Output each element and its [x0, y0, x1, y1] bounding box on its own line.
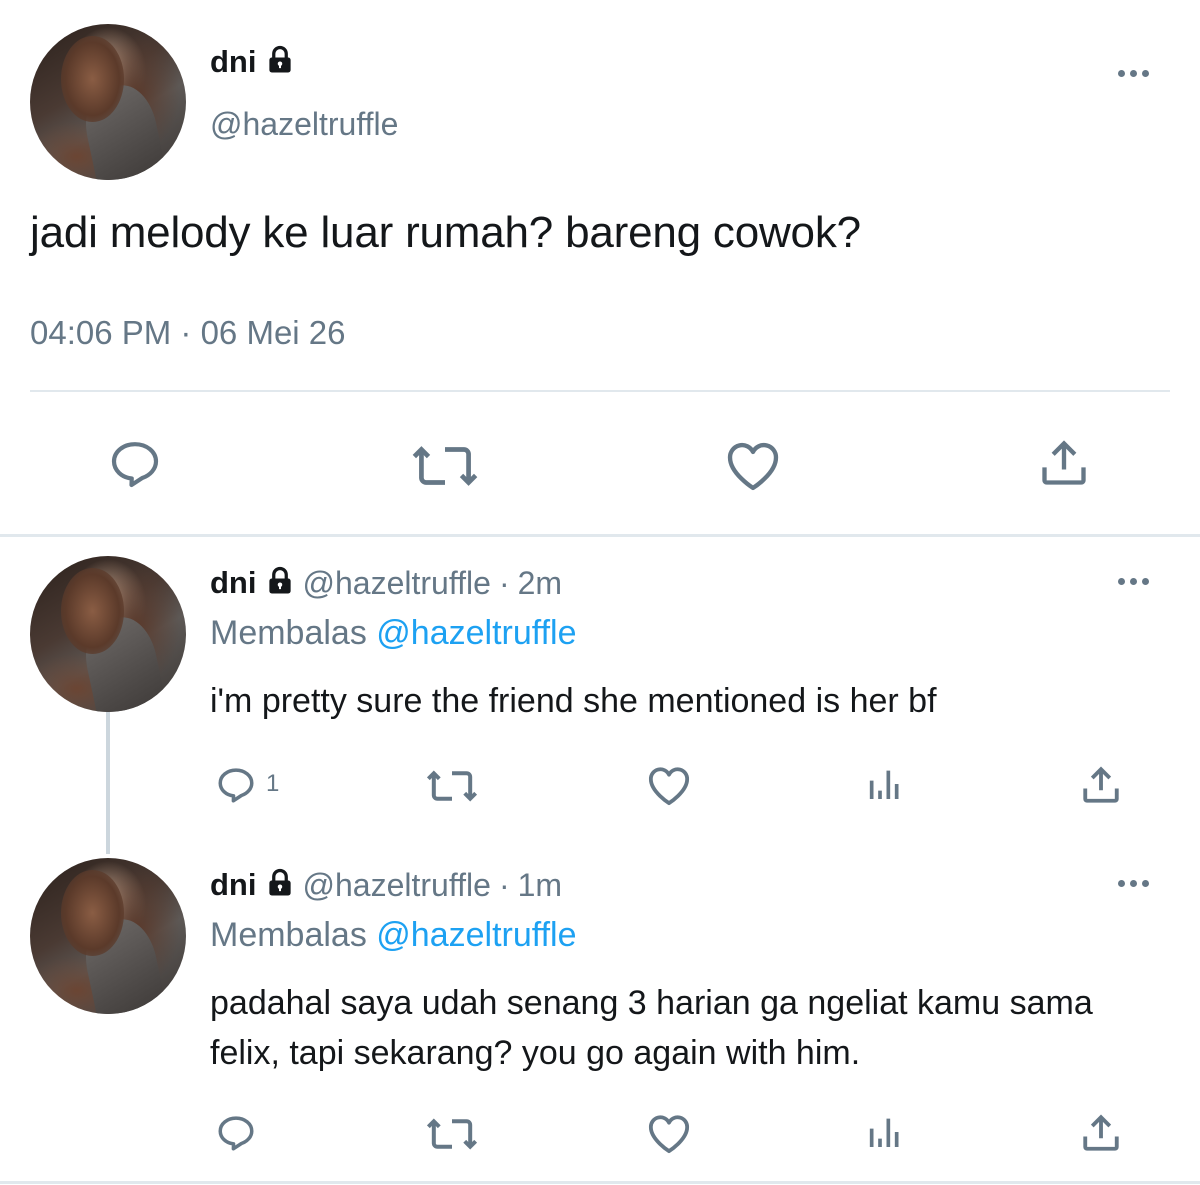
time-separator: · [498, 564, 510, 601]
avatar[interactable] [30, 556, 186, 712]
display-name[interactable]: dni [210, 565, 257, 601]
reply-count: 1 [266, 770, 280, 797]
more-options-icon[interactable] [1118, 578, 1149, 585]
reply-header: dni @hazeltruffle · 2m [210, 560, 562, 606]
lock-icon [265, 868, 295, 903]
timestamp[interactable]: 04:06 PM · 06 Mei 26 [30, 314, 346, 352]
section-divider [0, 534, 1200, 537]
share-icon[interactable] [1080, 1112, 1122, 1154]
replying-prefix: Membalas [210, 916, 367, 954]
share-icon[interactable] [1080, 764, 1122, 806]
reply-header: dni @hazeltruffle · 1m [210, 862, 562, 908]
more-options-icon[interactable] [1118, 70, 1149, 77]
avatar[interactable] [30, 24, 186, 180]
replying-prefix: Membalas [210, 614, 367, 652]
display-name[interactable]: dni [210, 44, 257, 80]
display-name[interactable]: dni [210, 867, 257, 903]
retweet-icon[interactable] [426, 1114, 478, 1154]
handle[interactable]: @hazeltruffle [303, 565, 491, 602]
time[interactable]: 2m [518, 565, 562, 602]
time-separator: · [498, 866, 510, 903]
share-icon[interactable] [1038, 436, 1090, 490]
like-icon[interactable] [646, 1112, 692, 1154]
thread-line [106, 712, 110, 854]
handle[interactable]: @hazeltruffle [303, 867, 491, 904]
time[interactable]: 1m [518, 867, 562, 904]
tweet-text: jadi melody ke luar rumah? bareng cowok? [30, 208, 861, 257]
replying-to: Membalas @hazeltruffle [210, 916, 577, 955]
replying-to: Membalas @hazeltruffle [210, 614, 577, 653]
reply-text: padahal saya udah senang 3 harian ga nge… [210, 978, 1170, 1078]
mention-link[interactable]: @hazeltruffle [376, 916, 576, 954]
author-name-row: dni [210, 40, 295, 84]
reply-icon[interactable] [106, 436, 164, 492]
analytics-icon[interactable] [864, 764, 906, 804]
reply-text-line: padahal saya udah senang 3 harian ga nge… [210, 984, 1093, 1022]
reply-icon[interactable] [214, 1112, 258, 1154]
like-icon[interactable] [646, 764, 692, 806]
analytics-icon[interactable] [864, 1112, 906, 1152]
avatar[interactable] [30, 858, 186, 1014]
like-icon[interactable] [724, 438, 782, 492]
more-options-icon[interactable] [1118, 880, 1149, 887]
retweet-icon[interactable] [412, 440, 478, 492]
reply-text-line: felix, tapi sekarang? you go again with … [210, 1034, 861, 1072]
handle[interactable]: @hazeltruffle [210, 106, 398, 143]
reply-icon[interactable] [214, 764, 258, 806]
lock-icon [265, 45, 295, 80]
mention-link[interactable]: @hazeltruffle [376, 614, 576, 652]
reply-text: i'm pretty sure the friend she mentioned… [210, 682, 937, 720]
bottom-divider [0, 1181, 1200, 1184]
retweet-icon[interactable] [426, 766, 478, 806]
lock-icon [265, 566, 295, 601]
divider [30, 390, 1170, 392]
